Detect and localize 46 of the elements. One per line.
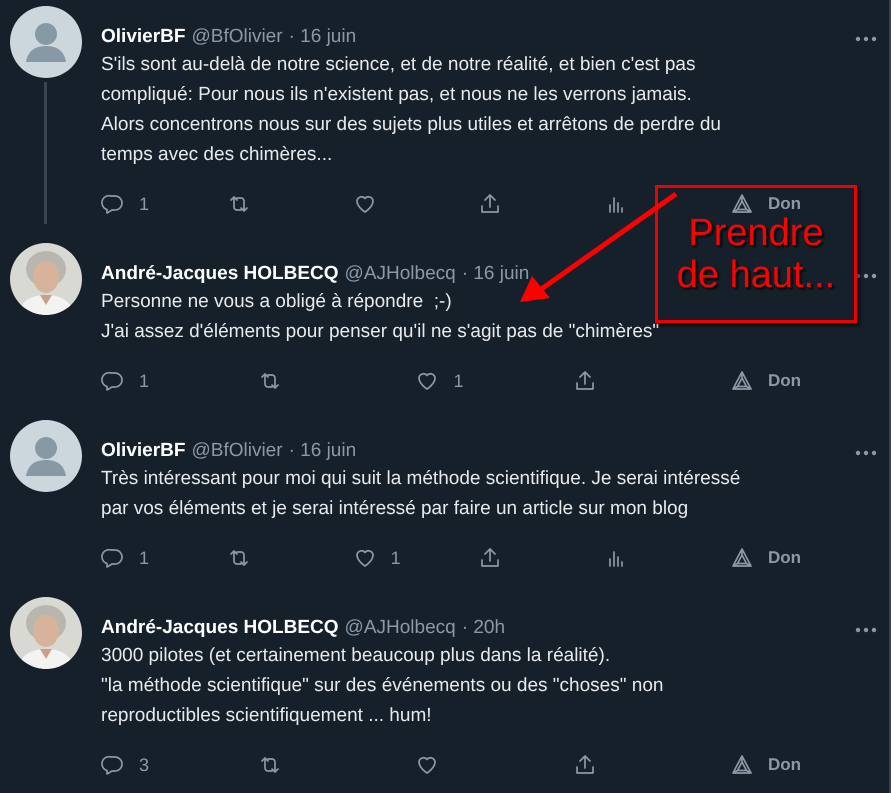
tweet-time: · 16 juin <box>288 439 356 463</box>
tweet-text: Alors concentrons nous sur des sujets plus utiles et arrêtons de perdre du <box>101 113 722 137</box>
more-icon[interactable] <box>855 627 877 633</box>
author-name: OlivierBF <box>101 25 186 49</box>
tip-button[interactable]: Don <box>730 753 801 777</box>
reply-button[interactable]: 1 <box>101 192 227 216</box>
avatar <box>10 6 82 78</box>
more-icon[interactable] <box>855 450 877 456</box>
reply-icon <box>101 369 125 393</box>
tweet-handle: @AJHolbecq <box>344 616 456 640</box>
tweet-handle: @AJHolbecq <box>344 262 456 286</box>
author-name: André-Jacques HOLBECQ <box>101 616 339 640</box>
tip-button[interactable]: Don <box>730 369 801 393</box>
tweet-text: reproductibles scientifiquement ... hum! <box>101 704 433 728</box>
reply-button[interactable]: 1 <box>101 369 258 393</box>
triangle-icon <box>730 192 754 216</box>
triangle-icon <box>730 753 754 777</box>
tweet-text: S'ils sont au-delà de notre science, et de notre réalité, et bien c'est pas <box>101 53 696 77</box>
tweet-text: compliqué: Pour nous ils n'existent pas, et nous ne les verrons jamais. <box>101 83 693 107</box>
tweet-text: "la méthode scientifique" sur des événements ou des "choses" non <box>101 674 664 698</box>
tip-button[interactable]: Don <box>730 546 802 570</box>
reply-icon <box>101 192 125 216</box>
tweet-text: J'ai assez d'éléments pour penser qu'il ne s'agit pas de "chimères" <box>101 320 660 344</box>
author-name: OlivierBF <box>101 439 186 463</box>
reply-button[interactable]: 1 <box>101 546 227 570</box>
tweet-text: Très intéressant pour moi qui suit la méthode scientifique. Je serai intéressé <box>101 467 742 491</box>
reply-button[interactable]: 3 <box>101 753 258 777</box>
more-icon[interactable] <box>855 36 877 42</box>
tweet-handle: @BfOlivier <box>191 439 283 463</box>
more-icon[interactable] <box>855 273 877 279</box>
tweet-time: · 20h <box>462 616 506 640</box>
tweet-time: · 16 juin <box>462 262 530 286</box>
avatar <box>10 420 82 492</box>
tweet-text: temps avec des chimères... <box>101 143 334 167</box>
like-button[interactable]: 1 <box>415 369 573 393</box>
like-button[interactable]: 1 <box>352 546 478 570</box>
triangle-icon <box>730 546 754 570</box>
tweet-handle: @BfOlivier <box>191 25 283 49</box>
tweet-text: 3000 pilotes (et certainement beaucoup plus dans la réalité). <box>101 644 612 668</box>
tweet-text: par vos éléments et je serai intéressé par faire un article sur mon blog <box>101 497 690 521</box>
tweet-text: Personne ne vous a obligé à répondre ;-) <box>101 290 453 314</box>
reply-icon <box>101 753 125 777</box>
tweet-time: · 16 juin <box>288 25 356 49</box>
reply-icon <box>101 546 125 570</box>
triangle-icon <box>730 369 754 393</box>
author-name: André-Jacques HOLBECQ <box>101 262 339 286</box>
